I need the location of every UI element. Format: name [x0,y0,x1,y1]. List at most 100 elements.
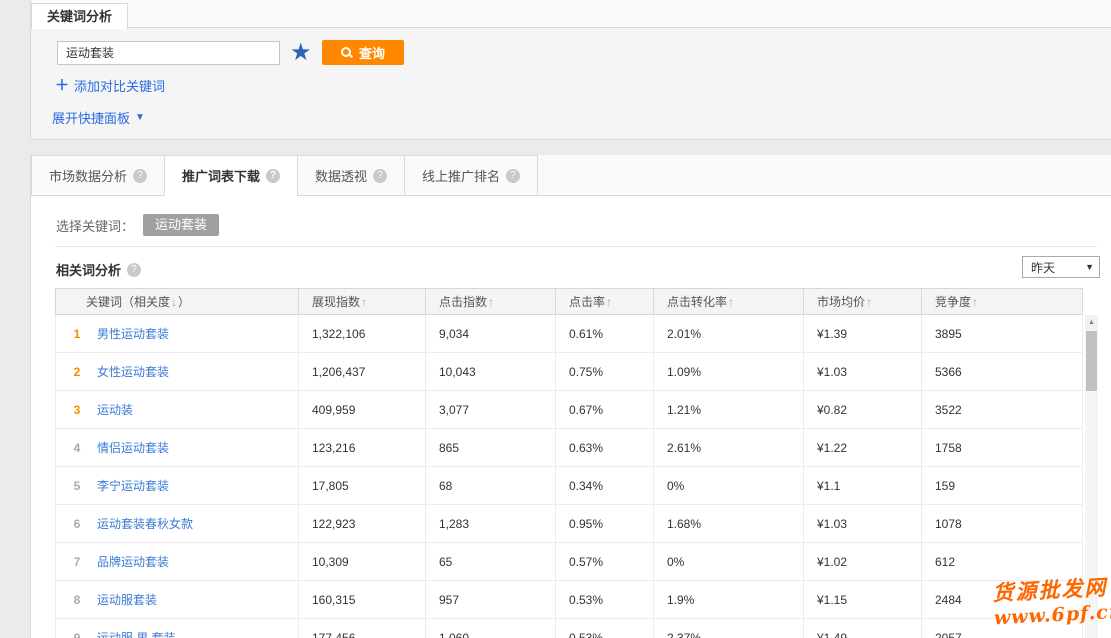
table-scrollbar[interactable]: ▲ [1085,315,1098,638]
cell-点击率: 0.63% [556,429,654,467]
keyword-select-label: 选择关键词： [56,216,134,235]
cell-展现指数: 123,216 [299,429,426,467]
column-header-点击转化率[interactable]: 点击转化率↑ [654,289,804,315]
cell-展现指数: 160,315 [299,581,426,619]
expand-panel-label: 展开快捷面板 [52,108,130,127]
keyword-link[interactable]: 品牌运动套装 [97,555,169,569]
cell-点击指数: 1,283 [426,505,556,543]
cell-竞争度: 3895 [922,315,1083,353]
help-icon[interactable]: ? [133,169,147,183]
sort-asc-icon: ↑ [606,295,612,309]
cell-市场均价: ¥1.15 [804,581,922,619]
divider [55,246,1097,247]
selected-keyword-tag[interactable]: 运动套装 [143,214,219,236]
cell-竞争度: 3522 [922,391,1083,429]
query-button-label: 查询 [359,43,385,62]
cell-点击率: 0.57% [556,543,654,581]
section-title: 相关词分析 [56,260,121,279]
cell-点击指数: 9,034 [426,315,556,353]
help-icon[interactable]: ? [127,263,141,277]
sort-asc-icon: ↑ [972,295,978,309]
cell-点击率: 0.61% [556,315,654,353]
cell-点击指数: 865 [426,429,556,467]
expand-quick-panel-link[interactable]: 展开快捷面板 ▼ [52,108,145,127]
cell-展现指数: 1,322,106 [299,315,426,353]
keyword-link[interactable]: 运动服套装 [97,593,157,607]
cell-点击率: 0.34% [556,467,654,505]
favorite-star-icon[interactable]: ★ [290,41,312,65]
table-row: 6运动套装春秋女款122,9231,2830.95%1.68%¥1.031078 [56,505,1083,543]
cell-点击率: 0.53% [556,619,654,638]
tab-市场数据分析[interactable]: 市场数据分析? [31,155,165,195]
sort-asc-icon: ↑ [866,295,872,309]
date-filter-select[interactable]: 昨天 ▼ [1022,256,1100,278]
keyword-link[interactable]: 运动套装春秋女款 [97,517,193,531]
cell-展现指数: 177,456 [299,619,426,638]
keyword-input[interactable] [57,41,280,65]
keyword-link[interactable]: 李宁运动套装 [97,479,169,493]
rank-number: 1 [66,327,88,341]
column-header-关键词（相关度[interactable]: 关键词（相关度↓） [56,289,299,315]
cell-展现指数: 122,923 [299,505,426,543]
cell-展现指数: 10,309 [299,543,426,581]
cell-点击转化率: 1.21% [654,391,804,429]
cell-市场均价: ¥1.03 [804,505,922,543]
rank-number: 6 [66,517,88,531]
header-row: 关键词（相关度↓）展现指数↑点击指数↑点击率↑点击转化率↑市场均价↑竞争度↑ [56,289,1083,315]
select-caret-icon: ▼ [1085,262,1099,272]
cell-竞争度: 159 [922,467,1083,505]
tab-keyword-analysis[interactable]: 关键词分析 [31,3,128,29]
table-row: 1男性运动套装1,322,1069,0340.61%2.01%¥1.393895 [56,315,1083,353]
sort-desc-icon: ↓ [171,295,177,309]
keyword-link[interactable]: 运动服 男 套装 [97,631,176,638]
tab-推广词表下载[interactable]: 推广词表下载? [164,155,298,195]
rank-number: 8 [66,593,88,607]
table-row: 8运动服套装160,3159570.53%1.9%¥1.152484 [56,581,1083,619]
column-header-市场均价[interactable]: 市场均价↑ [804,289,922,315]
tab-label: 推广词表下载 [182,166,260,185]
add-compare-keyword-link[interactable]: ＋ 添加对比关键词 [55,75,165,95]
cell-市场均价: ¥1.49 [804,619,922,638]
rank-number: 7 [66,555,88,569]
add-compare-label: 添加对比关键词 [74,76,165,95]
keyword-link[interactable]: 男性运动套装 [97,327,169,341]
cell-点击指数: 68 [426,467,556,505]
column-header-展现指数[interactable]: 展现指数↑ [299,289,426,315]
scrollbar-up-arrow-icon[interactable]: ▲ [1085,315,1098,330]
help-icon[interactable]: ? [506,169,520,183]
column-header-竞争度[interactable]: 竞争度↑ [922,289,1083,315]
tab-label: 数据透视 [315,166,367,185]
cell-展现指数: 1,206,437 [299,353,426,391]
cell-点击转化率: 1.9% [654,581,804,619]
sort-asc-icon: ↑ [488,295,494,309]
keyword-analysis-panel: 关键词分析 ★ 查询 ＋ 添加对比关键词 展开快捷面板 ▼ [30,0,1111,140]
help-icon[interactable]: ? [266,169,280,183]
tab-线上推广排名[interactable]: 线上推广排名? [404,155,538,195]
related-words-table-wrap: 关键词（相关度↓）展现指数↑点击指数↑点击率↑点击转化率↑市场均价↑竞争度↑ 1… [55,288,1082,638]
cell-竞争度: 1758 [922,429,1083,467]
cell-市场均价: ¥0.82 [804,391,922,429]
table-row: 9运动服 男 套装177,4561,0600.53%2.37%¥1.492057 [56,619,1083,638]
cell-市场均价: ¥1.03 [804,353,922,391]
column-header-点击指数[interactable]: 点击指数↑ [426,289,556,315]
keyword-link[interactable]: 运动装 [97,403,133,417]
cell-市场均价: ¥1.02 [804,543,922,581]
help-icon[interactable]: ? [373,169,387,183]
cell-点击率: 0.95% [556,505,654,543]
rank-number: 2 [66,365,88,379]
cell-点击转化率: 0% [654,467,804,505]
add-compare-row: ＋ 添加对比关键词 [55,75,165,95]
plus-icon: ＋ [55,75,69,95]
table-row: 7品牌运动套装10,309650.57%0%¥1.02612 [56,543,1083,581]
tab-数据透视[interactable]: 数据透视? [297,155,405,195]
keyword-link[interactable]: 女性运动套装 [97,365,169,379]
sort-asc-icon: ↑ [361,295,367,309]
table-row: 5李宁运动套装17,805680.34%0%¥1.1159 [56,467,1083,505]
cell-点击转化率: 1.68% [654,505,804,543]
query-button[interactable]: 查询 [322,40,404,65]
keyword-link[interactable]: 情侣运动套装 [97,441,169,455]
scrollbar-thumb[interactable] [1086,331,1097,391]
cell-竞争度: 612 [922,543,1083,581]
cell-竞争度: 2057 [922,619,1083,638]
column-header-点击率[interactable]: 点击率↑ [556,289,654,315]
